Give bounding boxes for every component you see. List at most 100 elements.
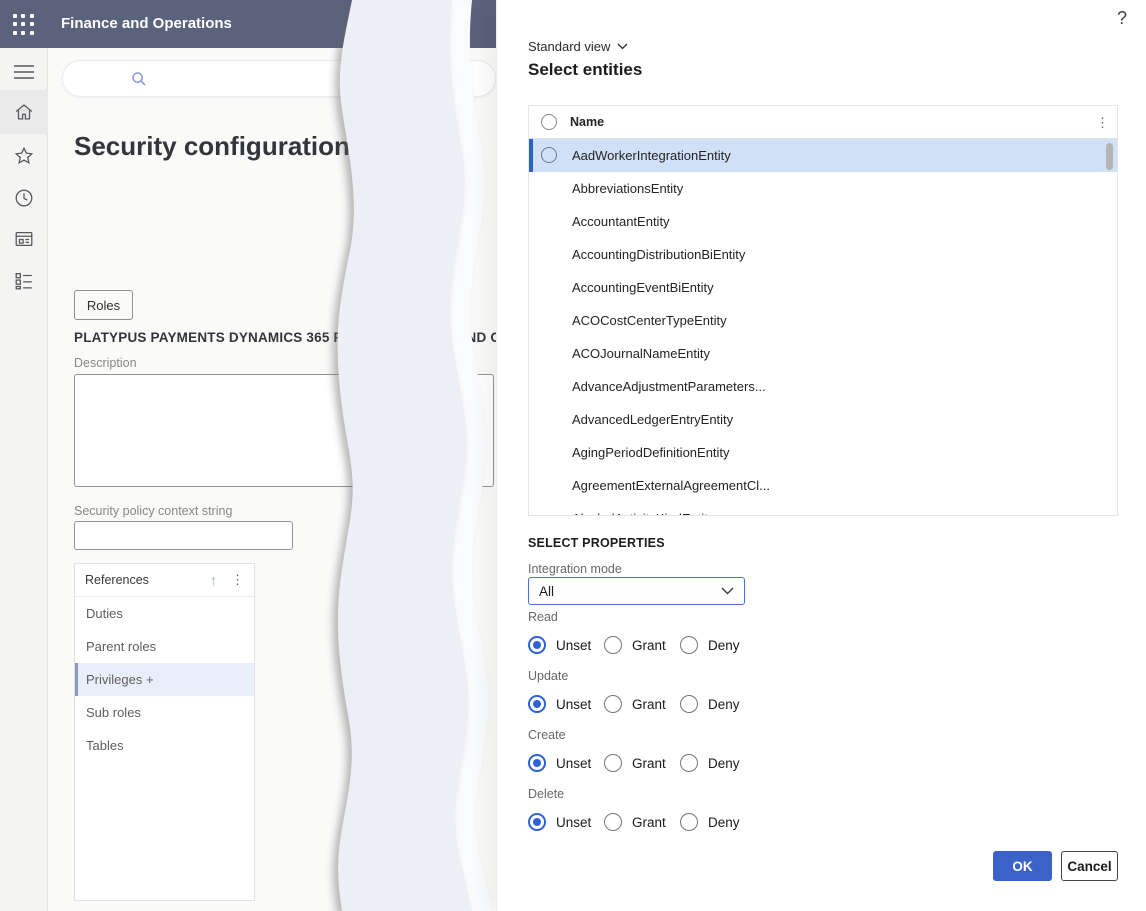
radio-button-icon[interactable] xyxy=(680,636,698,654)
references-item[interactable]: Tables xyxy=(75,729,254,762)
radio-group: Read Unset Grant Deny xyxy=(528,610,808,655)
radio-option[interactable]: Grant xyxy=(604,813,680,831)
entity-row[interactable]: AccountingEventBiEntity xyxy=(529,271,1117,304)
security-policy-input[interactable] xyxy=(74,521,293,550)
chevron-down-icon xyxy=(617,43,628,50)
home-icon[interactable] xyxy=(0,90,48,134)
radio-row: Unset Grant Deny xyxy=(528,753,808,773)
row-select-circle[interactable] xyxy=(541,147,557,163)
entity-row[interactable]: ACOJournalNameEntity xyxy=(529,337,1117,370)
radio-row: Unset Grant Deny xyxy=(528,812,808,832)
radio-groups: Read Unset Grant Deny Update Unset Grant… xyxy=(528,610,808,846)
view-selector-dropdown[interactable]: Standard view xyxy=(528,39,628,54)
radio-row: Unset Grant Deny xyxy=(528,694,808,714)
radio-row: Unset Grant Deny xyxy=(528,635,808,655)
entities-grid-header: Name ⋮ xyxy=(529,106,1117,139)
search-icon[interactable] xyxy=(131,71,147,87)
favorites-star-icon[interactable] xyxy=(0,134,48,178)
name-column-header: Name xyxy=(570,106,604,139)
top-nav-bar xyxy=(62,60,496,97)
main-page: Finance and Operations xyxy=(0,0,496,911)
radio-option[interactable]: Deny xyxy=(680,636,756,654)
radio-button-icon[interactable] xyxy=(604,636,622,654)
roles-toggle-button[interactable]: Roles xyxy=(74,290,133,320)
cancel-button[interactable]: Cancel xyxy=(1061,851,1118,881)
description-textarea[interactable] xyxy=(74,374,494,487)
entity-row[interactable]: AadWorkerIntegrationEntity xyxy=(529,139,1117,172)
radio-button-icon[interactable] xyxy=(528,754,546,772)
dialog-title: Select entities xyxy=(528,60,642,80)
recent-clock-icon[interactable] xyxy=(0,176,48,220)
radio-button-icon[interactable] xyxy=(528,636,546,654)
app-launcher-icon[interactable] xyxy=(13,14,35,36)
references-list: Duties Parent roles Privileges + Sub rol… xyxy=(75,597,254,762)
select-properties-heading: SELECT PROPERTIES xyxy=(528,536,665,550)
menu-hamburger-icon[interactable] xyxy=(0,50,48,94)
radio-option[interactable]: Grant xyxy=(604,695,680,713)
ok-button[interactable]: OK xyxy=(993,851,1052,881)
radio-button-icon[interactable] xyxy=(604,754,622,772)
task-list-icon[interactable] xyxy=(0,259,48,303)
references-more-icon[interactable]: ⋮ xyxy=(231,572,244,588)
radio-option[interactable]: Deny xyxy=(680,813,756,831)
radio-button-icon[interactable] xyxy=(680,813,698,831)
sort-arrow-up-icon[interactable]: ↑ xyxy=(210,572,217,588)
entity-row[interactable]: AlcoholActivityKindEntity xyxy=(529,502,1117,516)
news-workspace-icon[interactable] xyxy=(0,217,48,261)
radio-option[interactable]: Deny xyxy=(680,754,756,772)
entity-row[interactable]: AdvanceAdjustmentParameters... xyxy=(529,370,1117,403)
radio-button-icon[interactable] xyxy=(528,813,546,831)
radio-option[interactable]: Unset xyxy=(528,695,604,713)
radio-group-label: Create xyxy=(528,728,808,744)
radio-button-icon[interactable] xyxy=(680,695,698,713)
radio-group-label: Update xyxy=(528,669,808,685)
help-icon[interactable]: ? xyxy=(1117,8,1127,29)
description-label: Description xyxy=(74,356,137,370)
role-heading-left-fragment: PLATYPUS PAYMENTS DYNAMICS 365 FINANCE xyxy=(74,330,395,345)
entity-row[interactable]: AgreementExternalAgreementCl... xyxy=(529,469,1117,502)
entity-row[interactable]: AccountingDistributionBiEntity xyxy=(529,238,1117,271)
select-all-circle[interactable] xyxy=(541,114,557,130)
chevron-down-icon xyxy=(721,587,734,595)
app-header-bar: Finance and Operations xyxy=(0,0,496,48)
entities-list: AadWorkerIntegrationEntity Abbreviations… xyxy=(529,139,1117,516)
radio-option[interactable]: Unset xyxy=(528,636,604,654)
references-title: References xyxy=(85,573,149,587)
page-tabs xyxy=(74,183,149,192)
scrollbar-thumb[interactable] xyxy=(1106,143,1113,170)
radio-button-icon[interactable] xyxy=(604,695,622,713)
entity-row[interactable]: AdvancedLedgerEntryEntity xyxy=(529,403,1117,436)
references-item[interactable]: Parent roles xyxy=(75,630,254,663)
left-sidebar xyxy=(0,48,48,911)
entity-row[interactable]: AbbreviationsEntity xyxy=(529,172,1117,205)
radio-option[interactable]: Unset xyxy=(528,754,604,772)
references-panel: References ↑ ⋮ Duties Parent roles Privi… xyxy=(74,563,255,901)
radio-option[interactable]: Deny xyxy=(680,695,756,713)
entity-row[interactable]: AccountantEntity xyxy=(529,205,1117,238)
radio-group-label: Read xyxy=(528,610,808,626)
security-policy-label: Security policy context string xyxy=(74,504,232,518)
entities-grid: Name ⋮ AadWorkerIntegrationEntity Abbrev… xyxy=(528,105,1118,516)
app-title: Finance and Operations xyxy=(61,0,232,48)
integration-mode-dropdown[interactable]: All xyxy=(528,577,745,605)
references-item[interactable]: Sub roles xyxy=(75,696,254,729)
radio-button-icon[interactable] xyxy=(680,754,698,772)
radio-button-icon[interactable] xyxy=(604,813,622,831)
radio-option[interactable]: Grant xyxy=(604,636,680,654)
integration-mode-value: All xyxy=(539,584,554,599)
references-item[interactable]: Privileges + xyxy=(75,663,254,696)
references-item[interactable]: Duties xyxy=(75,597,254,630)
integration-mode-label: Integration mode xyxy=(528,562,622,576)
radio-group: Create Unset Grant Deny xyxy=(528,728,808,773)
radio-group-label: Delete xyxy=(528,787,808,803)
references-header: References ↑ ⋮ xyxy=(75,564,254,597)
radio-option[interactable]: Grant xyxy=(604,754,680,772)
grid-more-icon[interactable]: ⋮ xyxy=(1096,106,1109,139)
entity-row[interactable]: AgingPeriodDefinitionEntity xyxy=(529,436,1117,469)
entity-row[interactable]: ACOCostCenterTypeEntity xyxy=(529,304,1117,337)
view-selector-label: Standard view xyxy=(528,39,610,54)
radio-group: Update Unset Grant Deny xyxy=(528,669,808,714)
radio-option[interactable]: Unset xyxy=(528,813,604,831)
screen: Finance and Operations xyxy=(0,0,1146,911)
radio-button-icon[interactable] xyxy=(528,695,546,713)
